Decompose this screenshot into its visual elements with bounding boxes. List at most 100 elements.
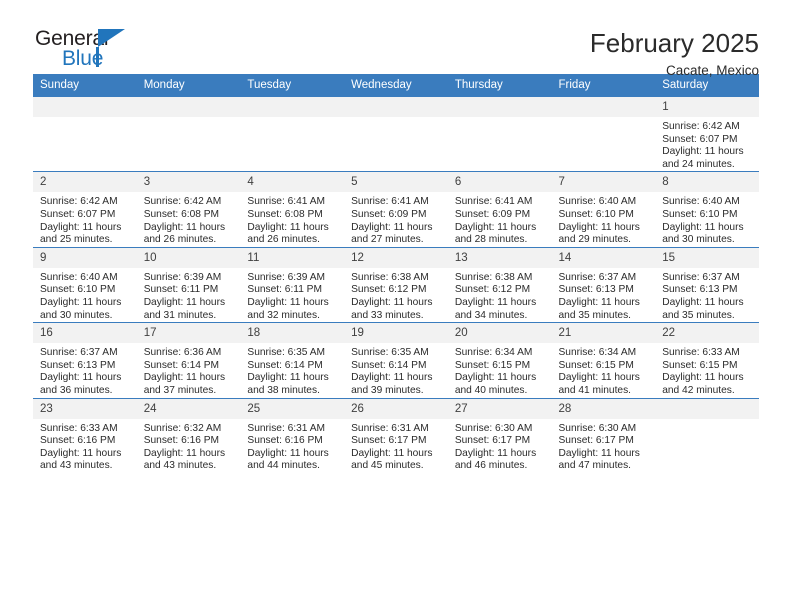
calendar-cell-day[interactable]: 8 Sunrise: 6:40 AM Sunset: 6:10 PM Daylight…	[655, 171, 759, 248]
calendar-cell-inner: 9 Sunrise: 6:40 AM Sunset: 6:10 PM Daylight…	[33, 247, 137, 322]
daylight-text: Daylight: 11 hours and 35 minutes.	[558, 296, 640, 321]
calendar-cell-inner: 23 Sunrise: 6:33 AM Sunset: 6:16 PM Dayligh…	[33, 398, 137, 473]
calendar-cell-inner: 24 Sunrise: 6:32 AM Sunset: 6:16 PM Dayligh…	[136, 398, 241, 473]
calendar-cell-day[interactable]: 3 Sunrise: 6:42 AM Sunset: 6:08 PM Daylight…	[136, 171, 241, 248]
sunset-text: Sunset: 6:10 PM	[662, 208, 738, 220]
day-info: Sunrise: 6:40 AM Sunset: 6:10 PM Daylight:…	[33, 268, 137, 322]
calendar-table: Sunday Monday Tuesday Wednesday Thursday…	[33, 74, 759, 473]
day-number: 28	[551, 398, 656, 419]
sunset-text: Sunset: 6:11 PM	[143, 284, 219, 296]
sunset-text: Sunset: 6:15 PM	[558, 359, 634, 371]
day-info: Sunrise: 6:30 AM Sunset: 6:17 PM Daylight:…	[552, 419, 656, 473]
sunset-text: Sunset: 6:13 PM	[40, 359, 116, 371]
calendar-cell-inner: 13 Sunrise: 6:38 AM Sunset: 6:12 PM Dayligh…	[447, 247, 552, 322]
calendar-cell-day[interactable]: 21 Sunrise: 6:34 AM Sunset: 6:15 PM Dayligh…	[551, 322, 656, 398]
day-info: Sunrise: 6:42 AM Sunset: 6:07 PM Daylight:…	[33, 192, 137, 246]
calendar-cell-inner	[136, 97, 241, 171]
sunset-text: Sunset: 6:16 PM	[143, 435, 220, 447]
calendar-cell-day[interactable]: 15 Sunrise: 6:37 AM Sunset: 6:13 PM Dayligh…	[655, 246, 759, 323]
calendar-cell-inner: 18 Sunrise: 6:35 AM Sunset: 6:14 PM Dayligh…	[240, 323, 345, 397]
day-info: Sunrise: 6:41 AM Sunset: 6:09 PM Daylight:…	[448, 192, 552, 246]
day-info: Sunrise: 6:32 AM Sunset: 6:16 PM Daylight:…	[137, 419, 241, 473]
day-info: Sunrise: 6:39 AM Sunset: 6:11 PM Daylight:…	[137, 268, 241, 322]
day-number	[655, 398, 759, 419]
daylight-text: Daylight: 11 hours and 47 minutes.	[558, 447, 640, 472]
calendar-cell-day[interactable]: 28 Sunrise: 6:30 AM Sunset: 6:17 PM Dayligh…	[551, 397, 656, 473]
day-info: Sunrise: 6:37 AM Sunset: 6:13 PM Daylight:…	[552, 268, 656, 322]
calendar-cell-day[interactable]: 20 Sunrise: 6:34 AM Sunset: 6:15 PM Dayligh…	[447, 322, 552, 398]
calendar-cell-day[interactable]: 10 Sunrise: 6:39 AM Sunset: 6:11 PM Dayligh…	[136, 246, 241, 323]
calendar-cell-day[interactable]: 27 Sunrise: 6:30 AM Sunset: 6:17 PM Dayligh…	[447, 397, 552, 473]
calendar-cell-inner: 1 Sunrise: 6:42 AM Sunset: 6:07 PM Daylight…	[655, 97, 759, 171]
daylight-text: Daylight: 11 hours and 44 minutes.	[247, 447, 329, 472]
daylight-text: Daylight: 11 hours and 26 minutes.	[143, 221, 226, 246]
sunrise-text: Sunrise: 6:41 AM	[454, 196, 533, 208]
calendar-cell-inner: 17 Sunrise: 6:36 AM Sunset: 6:14 PM Dayligh…	[136, 323, 241, 397]
weekday-header-wednesday: Wednesday	[344, 74, 448, 97]
calendar-cell-day[interactable]: 7 Sunrise: 6:40 AM Sunset: 6:10 PM Daylight…	[551, 171, 656, 248]
sunset-text: Sunset: 6:12 PM	[351, 284, 427, 296]
day-number: 9	[33, 247, 137, 268]
day-number: 23	[33, 398, 137, 419]
calendar-cell-day[interactable]: 12 Sunrise: 6:38 AM Sunset: 6:12 PM Dayligh…	[344, 246, 448, 323]
calendar-cell-day[interactable]: 11 Sunrise: 6:39 AM Sunset: 6:11 PM Dayligh…	[240, 246, 345, 323]
weekday-header-thursday: Thursday	[447, 74, 552, 97]
calendar-cell-day[interactable]: 23 Sunrise: 6:33 AM Sunset: 6:16 PM Dayligh…	[33, 397, 137, 473]
day-info: Sunrise: 6:40 AM Sunset: 6:10 PM Daylight:…	[655, 192, 759, 246]
day-number: 16	[33, 323, 137, 344]
daylight-text: Daylight: 11 hours and 35 minutes.	[662, 296, 744, 321]
sunrise-text: Sunrise: 6:33 AM	[40, 422, 118, 434]
day-info: Sunrise: 6:30 AM Sunset: 6:17 PM Daylight:…	[448, 419, 552, 473]
calendar-cell-day[interactable]: 4 Sunrise: 6:41 AM Sunset: 6:08 PM Daylight…	[240, 171, 345, 248]
calendar-cell-day[interactable]: 19 Sunrise: 6:35 AM Sunset: 6:14 PM Dayligh…	[344, 322, 448, 398]
sunrise-text: Sunrise: 6:42 AM	[40, 196, 118, 208]
calendar-cell-inner	[551, 97, 656, 171]
calendar-cell-inner: 4 Sunrise: 6:41 AM Sunset: 6:08 PM Daylight…	[240, 172, 345, 246]
sunrise-text: Sunrise: 6:36 AM	[143, 347, 222, 359]
calendar-cell-day[interactable]: 5 Sunrise: 6:41 AM Sunset: 6:09 PM Daylight…	[344, 171, 448, 248]
day-info: Sunrise: 6:42 AM Sunset: 6:08 PM Daylight:…	[137, 192, 241, 246]
sunset-text: Sunset: 6:14 PM	[143, 359, 220, 371]
sunrise-text: Sunrise: 6:32 AM	[143, 422, 222, 434]
calendar-cell-day[interactable]: 13 Sunrise: 6:38 AM Sunset: 6:12 PM Dayligh…	[447, 246, 552, 323]
daylight-text: Daylight: 11 hours and 41 minutes.	[558, 372, 640, 396]
calendar-cell-day[interactable]: 17 Sunrise: 6:36 AM Sunset: 6:14 PM Dayligh…	[136, 322, 241, 398]
calendar-cell-day[interactable]: 24 Sunrise: 6:32 AM Sunset: 6:16 PM Dayligh…	[136, 397, 241, 473]
weekday-header-monday: Monday	[136, 74, 241, 97]
calendar-cell-inner: 20 Sunrise: 6:34 AM Sunset: 6:15 PM Dayligh…	[447, 323, 552, 397]
day-number: 7	[551, 172, 656, 193]
sunrise-text: Sunrise: 6:40 AM	[662, 196, 740, 208]
calendar-cell-day[interactable]: 25 Sunrise: 6:31 AM Sunset: 6:16 PM Dayligh…	[240, 397, 345, 473]
daylight-text: Daylight: 11 hours and 40 minutes.	[454, 372, 537, 396]
calendar-cell-day[interactable]: 1 Sunrise: 6:42 AM Sunset: 6:07 PM Daylight…	[655, 95, 759, 172]
sunrise-text: Sunrise: 6:31 AM	[351, 422, 429, 434]
calendar-cell-day[interactable]: 9 Sunrise: 6:40 AM Sunset: 6:10 PM Daylight…	[33, 246, 137, 323]
day-number	[33, 97, 137, 117]
calendar-cell-day[interactable]: 18 Sunrise: 6:35 AM Sunset: 6:14 PM Dayligh…	[240, 322, 345, 398]
calendar-cell-day[interactable]: 16 Sunrise: 6:37 AM Sunset: 6:13 PM Dayligh…	[33, 322, 137, 398]
calendar-week-row: 9 Sunrise: 6:40 AM Sunset: 6:10 PM Daylight…	[33, 246, 759, 323]
calendar-cell-day[interactable]: 26 Sunrise: 6:31 AM Sunset: 6:17 PM Dayligh…	[344, 397, 448, 473]
sunrise-text: Sunrise: 6:37 AM	[662, 271, 740, 283]
calendar-cell-inner: 15 Sunrise: 6:37 AM Sunset: 6:13 PM Dayligh…	[655, 247, 759, 322]
sunset-text: Sunset: 6:17 PM	[558, 435, 634, 447]
calendar-cell-inner: 26 Sunrise: 6:31 AM Sunset: 6:17 PM Dayligh…	[344, 398, 448, 473]
day-info: Sunrise: 6:31 AM Sunset: 6:17 PM Daylight:…	[344, 419, 448, 473]
day-number: 19	[344, 323, 448, 344]
daylight-text: Daylight: 11 hours and 25 minutes.	[40, 221, 122, 246]
calendar-week-row: 2 Sunrise: 6:42 AM Sunset: 6:07 PM Daylight…	[33, 171, 759, 248]
sunrise-text: Sunrise: 6:34 AM	[454, 347, 533, 359]
calendar-cell-day[interactable]: 22 Sunrise: 6:33 AM Sunset: 6:15 PM Dayligh…	[655, 322, 759, 398]
day-info: Sunrise: 6:37 AM Sunset: 6:13 PM Daylight:…	[33, 343, 137, 397]
calendar-cell-inner: 11 Sunrise: 6:39 AM Sunset: 6:11 PM Dayligh…	[240, 247, 345, 322]
day-number: 27	[447, 398, 552, 419]
calendar-cell-day[interactable]: 2 Sunrise: 6:42 AM Sunset: 6:07 PM Daylight…	[33, 171, 137, 248]
calendar-cell-empty	[551, 95, 656, 172]
day-number: 11	[240, 247, 345, 268]
generalblue-logo[interactable]: General Blue	[33, 28, 155, 74]
calendar-cell-day[interactable]: 6 Sunrise: 6:41 AM Sunset: 6:09 PM Daylight…	[447, 171, 552, 248]
calendar-cell-inner	[344, 97, 448, 171]
daylight-text: Daylight: 11 hours and 30 minutes.	[40, 296, 122, 321]
calendar-cell-day[interactable]: 14 Sunrise: 6:37 AM Sunset: 6:13 PM Dayligh…	[551, 246, 656, 323]
daylight-text: Daylight: 11 hours and 26 minutes.	[247, 221, 329, 246]
